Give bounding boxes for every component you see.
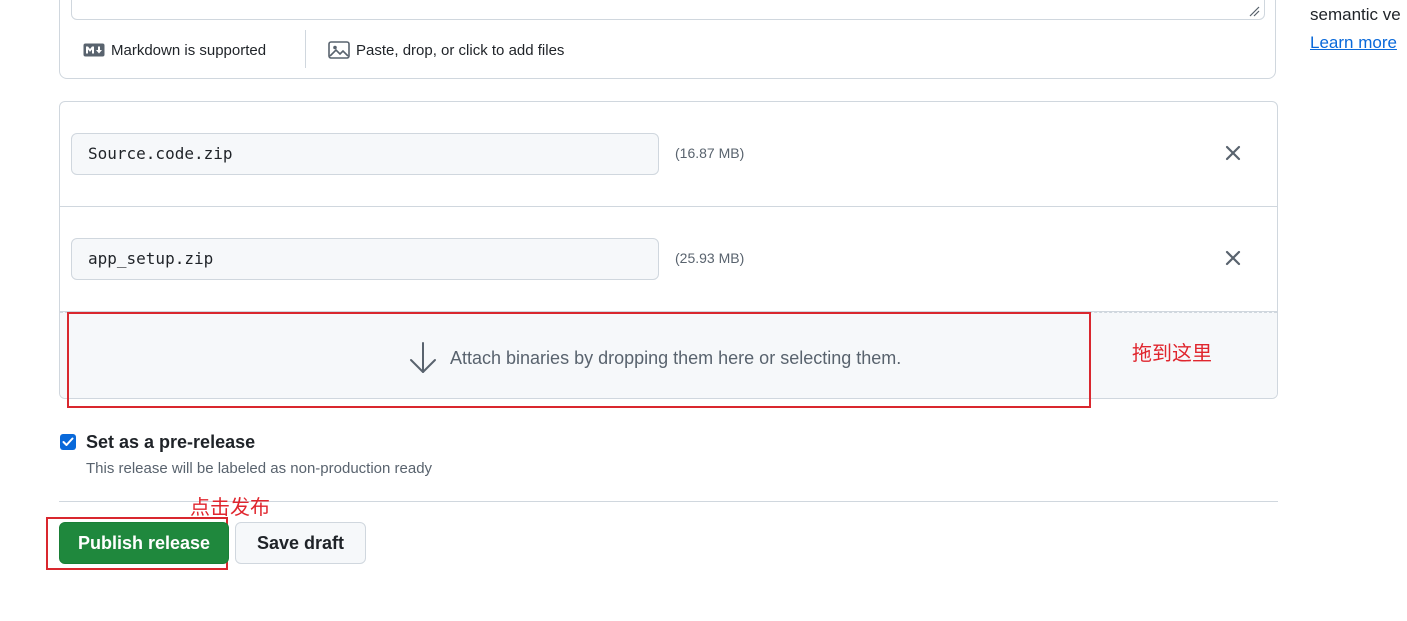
dropzone-highlight	[67, 312, 1091, 408]
toolbar-divider	[305, 30, 306, 68]
attach-files-label: Paste, drop, or click to add files	[356, 41, 565, 59]
save-draft-button[interactable]: Save draft	[235, 522, 366, 564]
drop-annotation: 拖到这里	[1132, 341, 1212, 365]
description-textarea[interactable]	[71, 0, 1265, 20]
asset-size: (16.87 MB)	[675, 145, 745, 161]
checkmark-icon	[62, 437, 74, 446]
attach-files-hint[interactable]: Paste, drop, or click to add files	[328, 40, 564, 60]
prerelease-checkbox[interactable]	[60, 434, 76, 450]
publish-annotation: 点击发布	[190, 495, 270, 519]
publish-release-button[interactable]: Publish release	[59, 522, 229, 564]
image-icon	[328, 41, 350, 59]
asset-name-input[interactable]: app_setup.zip	[71, 238, 659, 280]
asset-name-input[interactable]: Source.code.zip	[71, 133, 659, 175]
prerelease-label[interactable]: Set as a pre-release	[86, 432, 255, 453]
asset-row: Source.code.zip (16.87 MB)	[60, 102, 1277, 207]
asset-size: (25.93 MB)	[675, 250, 745, 266]
remove-asset-icon[interactable]	[1222, 142, 1244, 164]
resize-grip-icon[interactable]	[1248, 5, 1260, 17]
learn-more-link[interactable]: Learn more	[1310, 33, 1397, 53]
markdown-hint[interactable]: Markdown is supported	[83, 40, 266, 60]
remove-asset-icon[interactable]	[1222, 247, 1244, 269]
markdown-hint-label: Markdown is supported	[111, 41, 267, 59]
prerelease-description: This release will be labeled as non-prod…	[86, 460, 433, 477]
sidebar-text: semantic ve	[1310, 5, 1401, 24]
markdown-icon	[83, 43, 105, 57]
asset-row: app_setup.zip (25.93 MB)	[60, 207, 1277, 312]
